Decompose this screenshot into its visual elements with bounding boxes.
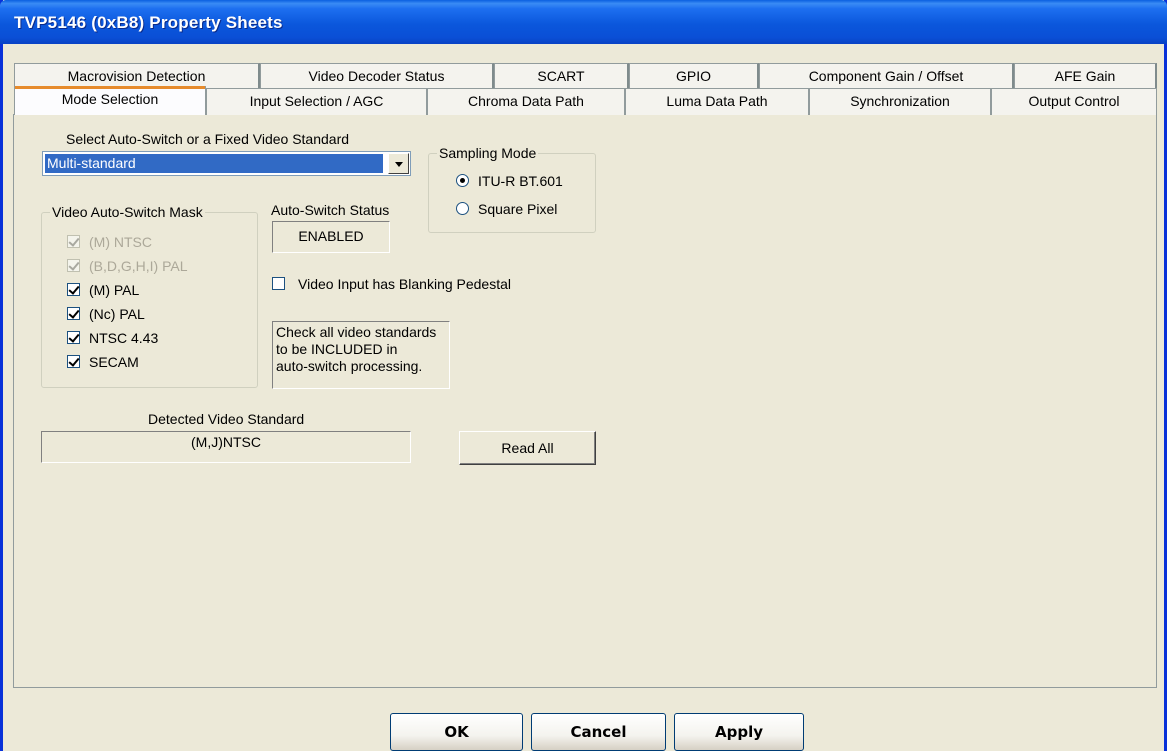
checkbox-icon	[67, 283, 80, 296]
hint-line: auto-switch processing.	[276, 358, 423, 374]
tab-output-control[interactable]: Output Control	[991, 88, 1157, 115]
radio-dot-icon	[456, 202, 469, 215]
auto-switch-status-label: Auto-Switch Status	[271, 202, 390, 218]
mask-bdghi-pal-label: (B,D,G,H,I) PAL	[89, 258, 188, 274]
tab-mode-selection[interactable]: Mode Selection	[14, 86, 206, 115]
mask-m-ntsc-label: (M) NTSC	[89, 234, 152, 250]
chevron-down-icon[interactable]	[388, 153, 409, 174]
tab-synchronization[interactable]: Synchronization	[809, 88, 991, 115]
checkbox-icon	[67, 331, 80, 344]
checkbox-icon	[67, 235, 80, 248]
read-all-label: Read All	[501, 440, 554, 456]
radio-dot-icon	[456, 174, 469, 187]
sampling-mode-group: Sampling Mode ITU-R BT.601 Square Pixel	[428, 145, 596, 233]
ok-label: OK	[444, 723, 469, 741]
detected-standard-label: Detected Video Standard	[148, 411, 305, 427]
mask-secam-label: SECAM	[89, 354, 139, 370]
checkbox-icon	[67, 355, 80, 368]
sampling-mode-legend: Sampling Mode	[437, 145, 539, 161]
tab-scart[interactable]: SCART	[494, 63, 629, 90]
auto-switch-hint: Check all video standards to be INCLUDED…	[272, 321, 450, 389]
auto-switch-status-value: ENABLED	[272, 221, 390, 253]
tab-gpio[interactable]: GPIO	[629, 63, 759, 90]
window-title: TVP5146 (0xB8) Property Sheets	[14, 13, 283, 32]
tab-chroma-data-path[interactable]: Chroma Data Path	[427, 88, 625, 115]
auto-switch-mask-legend: Video Auto-Switch Mask	[50, 204, 205, 220]
mode-selection-panel: Select Auto-Switch or a Fixed Video Stan…	[13, 114, 1157, 688]
video-standard-dropdown[interactable]: Multi-standard	[42, 151, 411, 176]
apply-button[interactable]: Apply	[674, 713, 804, 751]
title-bar[interactable]: TVP5146 (0xB8) Property Sheets	[0, 0, 1167, 44]
detected-standard-value: (M,J)NTSC	[41, 431, 411, 463]
tab-mode-selection-label: Mode Selection	[61, 91, 159, 107]
ok-button[interactable]: OK	[390, 713, 523, 751]
tab-afe-gain[interactable]: AFE Gain	[1014, 63, 1157, 90]
hint-line: Check all video standards	[276, 324, 437, 340]
mask-nc-pal-label: (Nc) PAL	[89, 306, 145, 322]
video-standard-label: Select Auto-Switch or a Fixed Video Stan…	[66, 131, 350, 147]
tab-luma-data-path[interactable]: Luma Data Path	[625, 88, 809, 115]
read-all-button[interactable]: Read All	[459, 431, 596, 465]
checkbox-icon	[272, 277, 285, 290]
hint-line: to be INCLUDED in	[276, 341, 398, 357]
radio-square-pixel-label: Square Pixel	[478, 201, 558, 217]
video-standard-selected: Multi-standard	[45, 154, 383, 173]
auto-switch-mask-group: Video Auto-Switch Mask (M) NTSC (B,D,G,H…	[41, 204, 258, 388]
tab-component-gain-offset[interactable]: Component Gain / Offset	[759, 63, 1014, 90]
checkbox-icon	[67, 307, 80, 320]
tab-video-decoder-status[interactable]: Video Decoder Status	[260, 63, 494, 90]
checkbox-icon	[67, 259, 80, 272]
tab-input-selection-agc[interactable]: Input Selection / AGC	[206, 88, 427, 115]
blanking-pedestal-label: Video Input has Blanking Pedestal	[298, 276, 512, 292]
mask-ntsc-443-label: NTSC 4.43	[89, 330, 159, 346]
cancel-button[interactable]: Cancel	[531, 713, 666, 751]
active-tab-accent	[15, 86, 205, 89]
cancel-label: Cancel	[570, 723, 627, 741]
tab-row-front: Mode Selection Input Selection / AGC Chr…	[14, 86, 1157, 115]
radio-itu-r-bt601-label: ITU-R BT.601	[478, 173, 563, 189]
mask-m-pal-label: (M) PAL	[89, 282, 140, 298]
apply-label: Apply	[714, 723, 763, 741]
